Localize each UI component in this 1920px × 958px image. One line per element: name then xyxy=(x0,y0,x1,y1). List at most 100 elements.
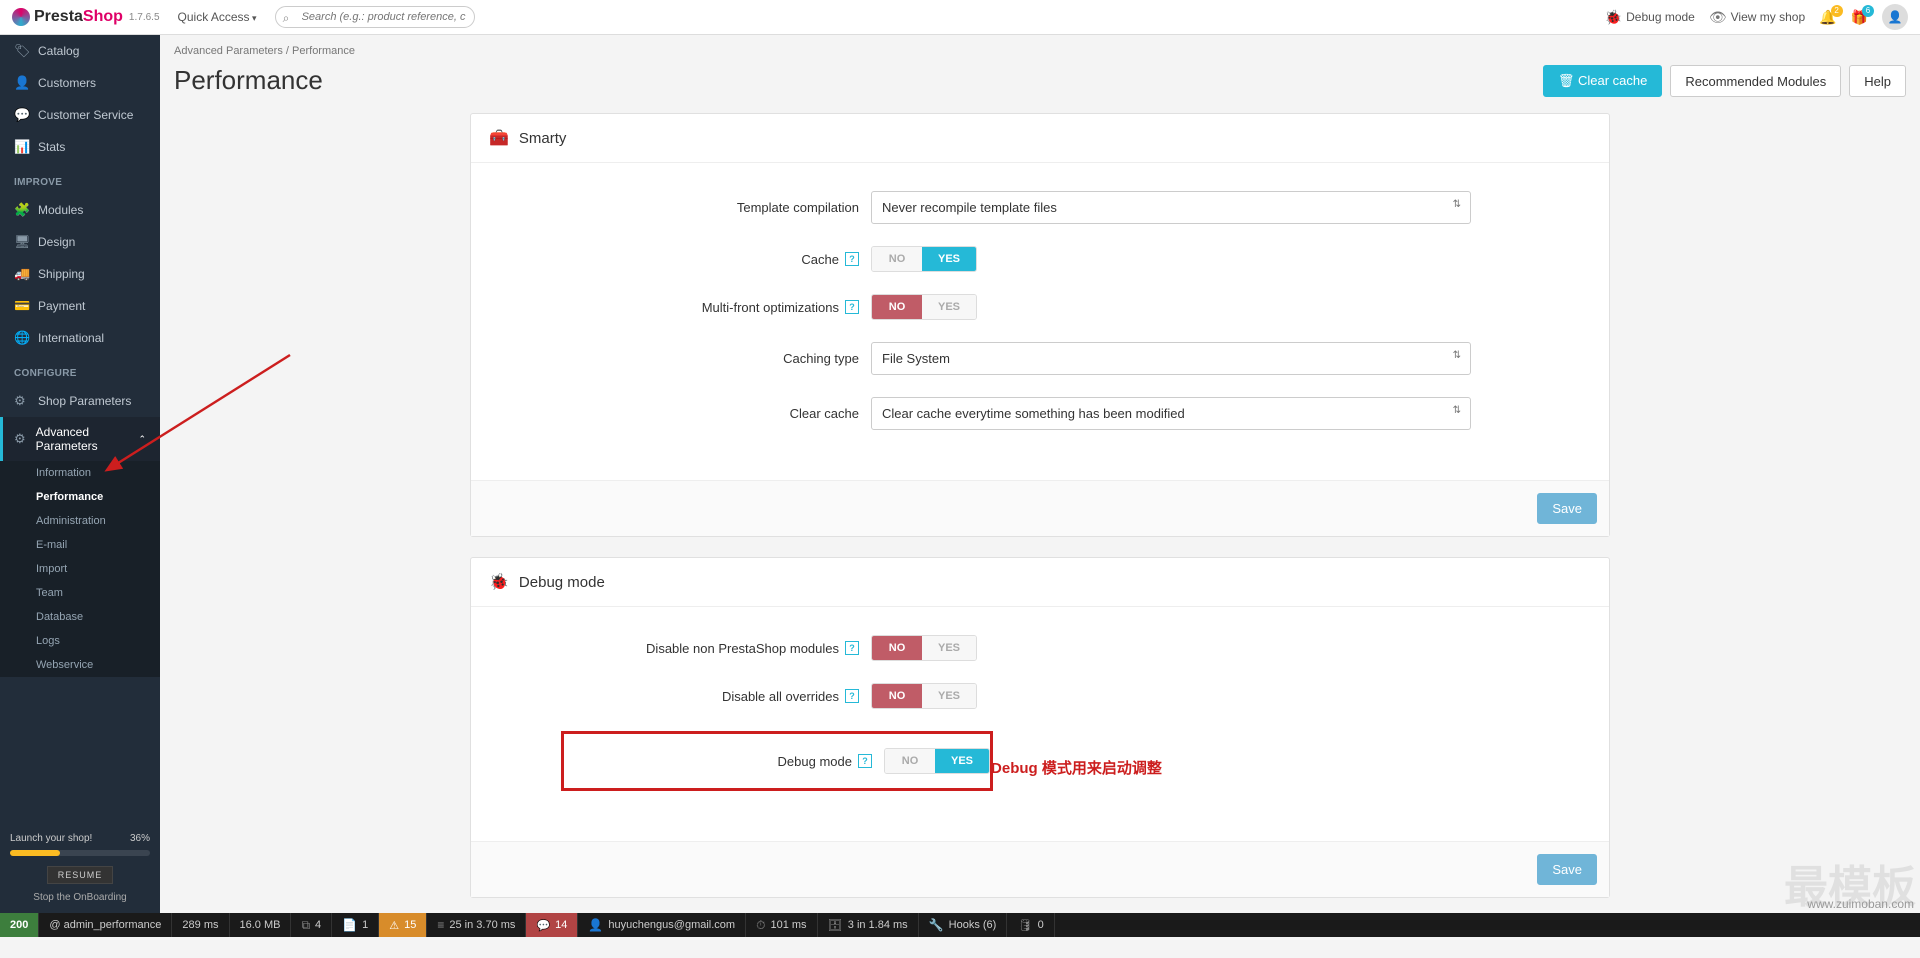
status-code[interactable]: 200 xyxy=(0,913,39,937)
doc-icon: 📄 xyxy=(342,918,357,932)
logo-icon xyxy=(12,8,30,26)
sidebar-item-design[interactable]: 🖥Design xyxy=(0,226,160,258)
cache-item[interactable]: 🗄3 in 1.84 ms xyxy=(818,913,919,937)
route-item[interactable]: @ admin_performance xyxy=(39,913,172,937)
version-label: 1.7.6.5 xyxy=(129,12,160,23)
sidebar-item-stats[interactable]: 📊Stats xyxy=(0,131,160,163)
help-icon[interactable]: ? xyxy=(845,300,859,314)
multifront-no[interactable]: NO xyxy=(872,295,922,319)
disable-nonps-yes[interactable]: YES xyxy=(922,636,976,660)
sidebar-item-shipping[interactable]: 🚚Shipping xyxy=(0,258,160,290)
quick-access-dropdown[interactable]: Quick Access xyxy=(178,10,257,24)
sidebar-item-payment[interactable]: 💳Payment xyxy=(0,290,160,322)
bug-icon: 🐞 xyxy=(1605,9,1622,26)
sidebar-sub-e-mail[interactable]: E-mail xyxy=(0,533,160,557)
help-icon[interactable]: ? xyxy=(845,641,859,655)
nav-icon: 👤 xyxy=(14,75,28,91)
sidebar-sub-information[interactable]: Information xyxy=(0,461,160,485)
recommended-modules-button[interactable]: Recommended Modules xyxy=(1670,65,1841,97)
section-configure: CONFIGURE xyxy=(0,354,160,385)
logo[interactable]: PrestaShop xyxy=(12,8,123,26)
sidebar-item-advanced-parameters[interactable]: ⚙Advanced Parameters⌃ xyxy=(0,417,160,461)
template-compilation-select[interactable]: Never recompile template files xyxy=(871,191,1471,224)
page-head: Performance 🗑 Clear cache Recommended Mo… xyxy=(174,65,1906,97)
debug-save-button[interactable]: Save xyxy=(1537,854,1597,885)
sidebar-sub-import[interactable]: Import xyxy=(0,557,160,581)
disable-overrides-toggle[interactable]: NO YES xyxy=(871,683,977,709)
cache-no[interactable]: NO xyxy=(872,247,922,271)
help-button[interactable]: Help xyxy=(1849,65,1906,97)
sidebar-sub-performance[interactable]: Performance xyxy=(0,485,160,509)
help-icon[interactable]: ? xyxy=(845,689,859,703)
debug-mode-toggle[interactable]: NO YES xyxy=(884,748,990,774)
clock-icon: ⏱ xyxy=(756,918,765,933)
sidebar-item-catalog[interactable]: 🏷Catalog xyxy=(0,35,160,67)
db-item[interactable]: ≡25 in 3.70 ms xyxy=(427,913,526,937)
chevron-up-icon: ⌃ xyxy=(138,434,146,445)
sidebar-item-customer-service[interactable]: 💬Customer Service xyxy=(0,99,160,131)
forms-item[interactable]: ⧉4 xyxy=(291,913,332,937)
timing-item[interactable]: ⏱101 ms xyxy=(746,913,817,937)
debug-header: 🐞 Debug mode xyxy=(471,558,1609,607)
sidebar-sub-administration[interactable]: Administration xyxy=(0,509,160,533)
view-shop-link[interactable]: 👁View my shop xyxy=(1709,9,1805,26)
multifront-yes[interactable]: YES xyxy=(922,295,976,319)
resume-button[interactable]: RESUME xyxy=(47,866,114,884)
sidebar-item-modules[interactable]: 🧩Modules xyxy=(0,194,160,226)
cache-toggle[interactable]: NO YES xyxy=(871,246,977,272)
nav-icon: 🧩 xyxy=(14,202,28,218)
debug-mode-link[interactable]: 🐞 Debug mode xyxy=(1605,9,1695,26)
debug-mode-label: Debug mode xyxy=(1626,10,1695,24)
label-cache: Cache xyxy=(801,252,839,267)
sidebar-sub-logs[interactable]: Logs xyxy=(0,629,160,653)
label-clear-cache: Clear cache xyxy=(790,406,859,421)
nav-icon: 🏷 xyxy=(14,43,28,59)
zero-item[interactable]: 🛢0 xyxy=(1007,913,1054,937)
docs-item[interactable]: 📄1 xyxy=(332,913,379,937)
clear-cache-select[interactable]: Clear cache everytime something has been… xyxy=(871,397,1471,430)
cache-yes[interactable]: YES xyxy=(922,247,976,271)
disable-nonps-no[interactable]: NO xyxy=(872,636,922,660)
page-title: Performance xyxy=(174,65,323,96)
logo-shop: Shop xyxy=(83,8,123,26)
memory-item[interactable]: 16.0 MB xyxy=(230,913,292,937)
debug-mode-yes[interactable]: YES xyxy=(935,749,989,773)
caching-type-select[interactable]: File System xyxy=(871,342,1471,375)
hooks-item[interactable]: 🔧Hooks (6) xyxy=(919,913,1008,937)
sidebar-item-international[interactable]: 🌐International xyxy=(0,322,160,354)
debug-mode-no[interactable]: NO xyxy=(885,749,935,773)
sidebar-item-shop-parameters[interactable]: ⚙Shop Parameters xyxy=(0,385,160,417)
smarty-card: 🧰 Smarty Template compilation Never reco… xyxy=(470,113,1610,537)
disable-nonps-toggle[interactable]: NO YES xyxy=(871,635,977,661)
clear-cache-button[interactable]: 🗑 Clear cache xyxy=(1543,65,1663,97)
warnings-item[interactable]: ⚠15 xyxy=(379,913,427,937)
help-icon[interactable]: ? xyxy=(858,754,872,768)
nav-icon: 📊 xyxy=(14,139,28,155)
multifront-toggle[interactable]: NO YES xyxy=(871,294,977,320)
breadcrumb-0[interactable]: Advanced Parameters xyxy=(174,45,292,57)
nav-icon: 🖥 xyxy=(14,234,28,250)
stop-onboarding-link[interactable]: Stop the OnBoarding xyxy=(10,892,150,903)
sidebar-sub: InformationPerformanceAdministrationE-ma… xyxy=(0,461,160,677)
sidebar-item-customers[interactable]: 👤Customers xyxy=(0,67,160,99)
launch-pct: 36% xyxy=(130,833,150,844)
avatar[interactable]: 👤 xyxy=(1882,4,1908,30)
sidebar-sub-database[interactable]: Database xyxy=(0,605,160,629)
sidebar-sub-webservice[interactable]: Webservice xyxy=(0,653,160,677)
bell-icon[interactable]: 🔔2 xyxy=(1819,9,1836,26)
search-input[interactable] xyxy=(275,6,475,28)
sidebar-top: 🏷Catalog👤Customers💬Customer Service📊Stat… xyxy=(0,35,160,163)
msgs-item[interactable]: 💬14 xyxy=(526,913,578,937)
user-item[interactable]: 👤huyuchengus@gmail.com xyxy=(578,913,746,937)
smarty-save-button[interactable]: Save xyxy=(1537,493,1597,524)
breadcrumb-1[interactable]: Performance xyxy=(292,45,355,57)
disable-overrides-no[interactable]: NO xyxy=(872,684,922,708)
help-icon[interactable]: ? xyxy=(845,252,859,266)
nav-icon: 🚚 xyxy=(14,266,28,282)
nav-icon: ⚙ xyxy=(14,393,28,409)
disable-overrides-yes[interactable]: YES xyxy=(922,684,976,708)
gift-icon[interactable]: 🎁6 xyxy=(1851,9,1868,26)
sidebar-sub-team[interactable]: Team xyxy=(0,581,160,605)
debug-bar: 200 @ admin_performance 289 ms 16.0 MB ⧉… xyxy=(0,913,1920,937)
time-item[interactable]: 289 ms xyxy=(172,913,229,937)
